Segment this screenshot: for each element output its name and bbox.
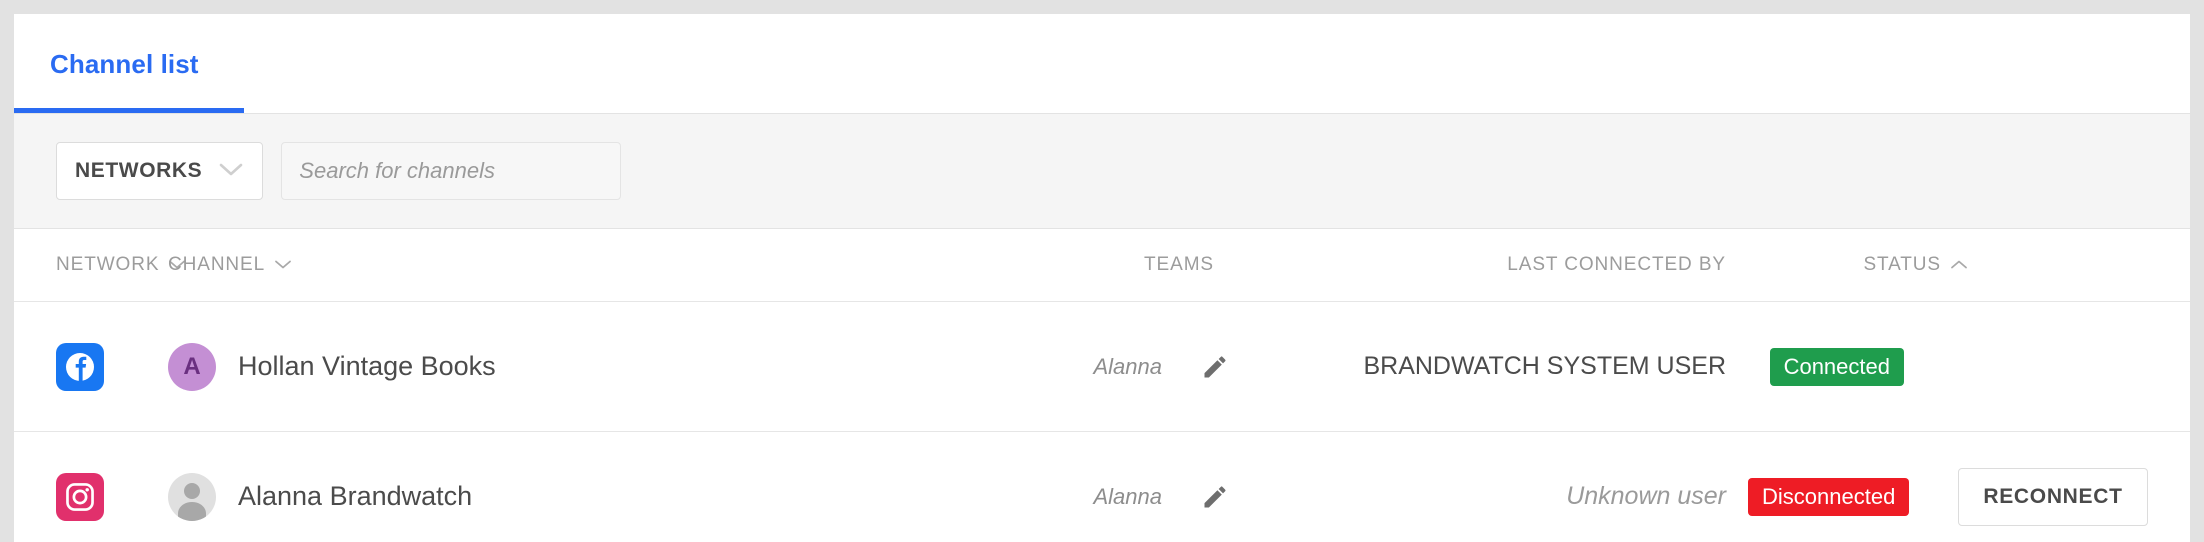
- cell-channel: Alanna Brandwatch: [168, 472, 988, 521]
- tab-active-underline: [14, 108, 244, 113]
- channel-list-card: Channel list NETWORKS NETWORK: [14, 14, 2190, 542]
- person-icon: [178, 482, 206, 521]
- cell-teams: Alanna: [988, 482, 1278, 512]
- column-header-status[interactable]: STATUS: [1863, 254, 1968, 276]
- cell-last-connected-by: BRANDWATCH SYSTEM USER: [1278, 352, 1748, 381]
- team-name: Alanna: [1093, 483, 1162, 509]
- instagram-icon[interactable]: [56, 472, 104, 521]
- networks-filter-dropdown[interactable]: NETWORKS: [56, 142, 264, 200]
- channel-table: NETWORK CHANNEL TEAMS LAST CONNECTED BY …: [14, 229, 2190, 542]
- status-badge: Connected: [1769, 347, 1904, 386]
- column-header-last-connected-by: LAST CONNECTED BY: [1507, 254, 1726, 276]
- column-header-teams-label: TEAMS: [1144, 254, 1214, 275]
- column-header-status-label: STATUS: [1863, 254, 1941, 275]
- table-row[interactable]: A Hollan Vintage Books Alanna BRANDWATCH…: [14, 301, 2190, 431]
- search-input[interactable]: [299, 158, 604, 184]
- channel-name: Alanna Brandwatch: [238, 481, 473, 511]
- chevron-down-icon: [218, 161, 244, 182]
- tab-channel-list[interactable]: Channel list: [14, 14, 235, 114]
- cell-status: Disconnected RECONNECT: [1748, 467, 2148, 526]
- row-action-slot: RECONNECT: [1939, 467, 2148, 526]
- avatar-letter: A: [183, 352, 201, 380]
- column-header-teams: TEAMS: [1144, 254, 1214, 276]
- cell-teams: Alanna: [988, 352, 1278, 382]
- pencil-icon[interactable]: [1200, 352, 1230, 382]
- app-root: Channel list NETWORKS NETWORK: [0, 0, 2204, 542]
- column-header-channel-label: CHANNEL: [168, 254, 266, 275]
- reconnect-button[interactable]: RECONNECT: [1958, 467, 2148, 526]
- facebook-icon[interactable]: [56, 342, 104, 391]
- team-name: Alanna: [1093, 353, 1162, 379]
- chevron-up-icon: [1950, 254, 1968, 276]
- table-row[interactable]: Alanna Brandwatch Alanna Unknown user Di…: [14, 431, 2190, 542]
- networks-filter-label: NETWORKS: [75, 159, 203, 182]
- tab-bar: Channel list: [14, 14, 2190, 114]
- column-header-network[interactable]: NETWORK: [56, 254, 186, 276]
- column-header-last-connected-by-label: LAST CONNECTED BY: [1507, 254, 1726, 275]
- cell-last-connected-by: Unknown user: [1278, 482, 1748, 511]
- table-header-row: NETWORK CHANNEL TEAMS LAST CONNECTED BY …: [14, 229, 2190, 301]
- avatar: A: [168, 342, 216, 391]
- filter-bar: NETWORKS: [14, 114, 2190, 229]
- channel-name: Hollan Vintage Books: [238, 351, 496, 381]
- last-connected-by-value: BRANDWATCH SYSTEM USER: [1363, 352, 1726, 380]
- chevron-down-icon: [274, 254, 292, 276]
- column-header-channel[interactable]: CHANNEL: [168, 254, 988, 276]
- column-header-network-label: NETWORK: [56, 254, 160, 275]
- cell-network: [56, 472, 168, 521]
- last-connected-by-value: Unknown user: [1566, 482, 1726, 510]
- pencil-icon[interactable]: [1200, 482, 1230, 512]
- cell-status: Connected: [1748, 347, 2148, 386]
- cell-network: [56, 342, 168, 391]
- cell-channel: A Hollan Vintage Books: [168, 342, 988, 391]
- avatar: [168, 472, 216, 521]
- status-badge: Disconnected: [1748, 477, 1910, 516]
- search-channels-box[interactable]: [281, 142, 622, 200]
- tab-channel-list-label: Channel list: [50, 48, 199, 79]
